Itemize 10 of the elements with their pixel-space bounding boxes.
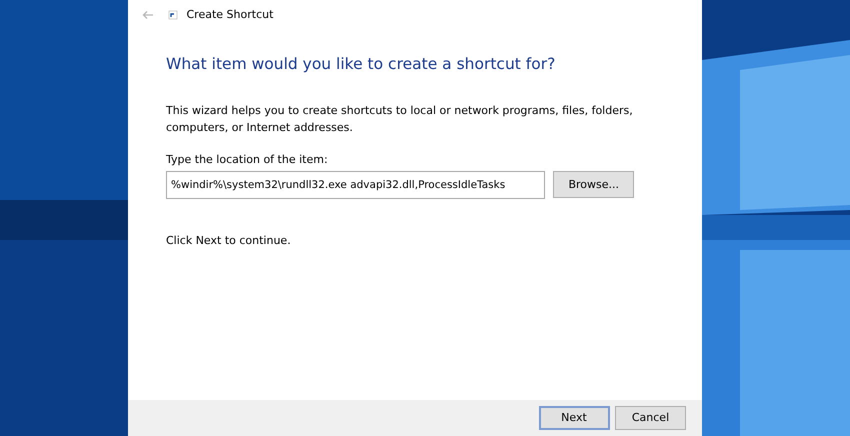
browse-button[interactable]: Browse... — [553, 171, 634, 198]
field-label: Type the location of the item: — [166, 152, 329, 168]
shortcut-icon — [168, 10, 178, 20]
dialog-button[interactable]: Cancel — [615, 406, 686, 430]
wizard-heading: What item would you like to create a shortcut for? — [166, 55, 556, 74]
window-title: Create Shortcut — [186, 6, 274, 23]
dialog-button[interactable]: Next — [538, 406, 610, 430]
hint-text: Click Next to continue. — [166, 233, 292, 250]
description-text: This wizard helps you to create shortcuts to local or network programs, files, folders, computers, or Internet addresses. — [166, 102, 634, 136]
location-field[interactable]: %windir%\system32\rundll32.exe advapi32.dll,ProcessIdleTasks — [166, 171, 545, 200]
